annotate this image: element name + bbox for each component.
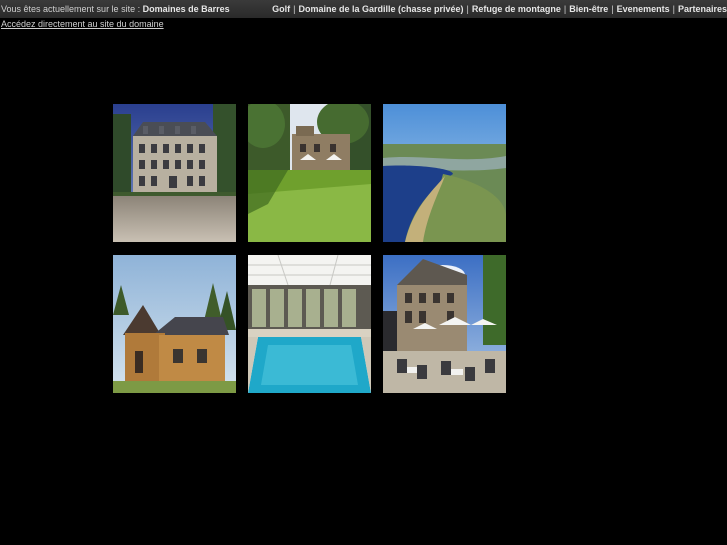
nav-link-golf[interactable]: Golf — [272, 4, 290, 14]
nav-separator: | — [611, 4, 614, 14]
current-site-name: Domaines de Barres — [142, 4, 230, 14]
photo-terrace[interactable] — [383, 255, 506, 393]
domain-site-link[interactable]: Accédez directement au site du domaine — [1, 19, 164, 29]
golf-house-image — [248, 104, 371, 242]
wooden-refuge-image — [113, 255, 236, 393]
nav-link-refuge[interactable]: Refuge de montagne — [472, 4, 561, 14]
nav-separator: | — [672, 4, 675, 14]
top-bar: Vous êtes actuellement sur le site : Dom… — [0, 0, 727, 18]
indoor-pool-image — [248, 255, 371, 393]
nav-link-partenaires[interactable]: Partenaires — [678, 4, 727, 14]
photo-wooden-refuge[interactable] — [113, 255, 236, 393]
photo-lake[interactable] — [383, 104, 506, 242]
photo-golf-house[interactable] — [248, 104, 371, 242]
nav-separator: | — [293, 4, 296, 14]
nav-separator: | — [563, 4, 567, 14]
nav-link-bien-etre[interactable]: Bien-être — [569, 4, 608, 14]
nav-separator: | — [466, 4, 469, 14]
terrace-image — [383, 255, 506, 393]
nav-link-evenements[interactable]: Evenements — [617, 4, 670, 14]
photo-chateau[interactable] — [113, 104, 236, 242]
nav-link-gardille[interactable]: Domaine de la Gardille (chasse privée) — [298, 4, 463, 14]
lake-image — [383, 104, 506, 242]
current-site-prefix: Vous êtes actuellement sur le site : — [1, 4, 141, 14]
chateau-image — [113, 104, 236, 242]
top-nav: Golf | Domaine de la Gardille (chasse priv… — [272, 0, 727, 18]
current-site-info: Vous êtes actuellement sur le site : Dom… — [1, 0, 230, 18]
photo-indoor-pool[interactable] — [248, 255, 371, 393]
